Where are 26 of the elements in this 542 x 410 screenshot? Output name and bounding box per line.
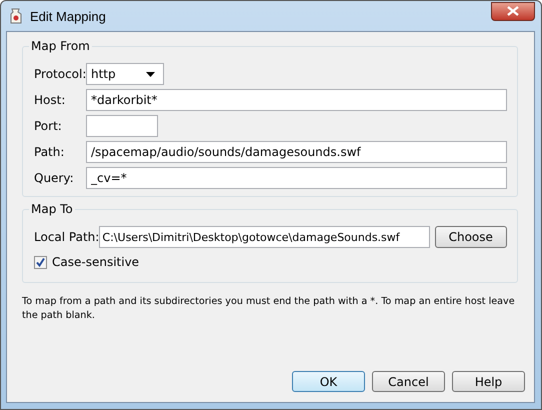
dialog-button[interactable]: OK <box>292 371 365 392</box>
protocol-dropdown[interactable]: http <box>86 63 164 85</box>
caret-icon <box>146 72 155 76</box>
field-label: Protocol: <box>34 67 86 81</box>
text-field[interactable]: *darkorbit* <box>86 89 507 111</box>
group-title: Map From <box>29 39 92 53</box>
field-label: Host: <box>34 93 66 107</box>
text-field[interactable]: _cv=* <box>86 167 507 189</box>
window-title: Edit Mapping <box>30 8 107 24</box>
text-field[interactable]: /spacemap/audio/sounds/damagesounds.swf <box>86 141 507 163</box>
checkbox-label: Case-sensitive <box>52 255 140 269</box>
field-label: Port: <box>34 119 63 133</box>
close-icon <box>506 6 520 16</box>
checkbox[interactable] <box>34 256 47 268</box>
close-button[interactable] <box>491 2 535 20</box>
dialog-button[interactable]: Help <box>452 371 525 392</box>
field-label: Path: <box>34 145 66 159</box>
group-title: Map To <box>29 202 75 216</box>
local-path-field[interactable]: C:\Users\Dimitri\Desktop\gotowce\damageSounds.swf <box>99 226 430 248</box>
field-label: Local Path: <box>34 230 100 244</box>
dialog-button[interactable]: Cancel <box>372 371 445 392</box>
choose-button[interactable]: Choose <box>434 226 508 248</box>
text-field[interactable] <box>86 115 158 137</box>
field-label: Query: <box>34 171 75 185</box>
help-text: To map from a path and its subdirectories you must end the path with a *. To map an entire host leave the path blank. <box>22 295 516 323</box>
jug-icon <box>8 7 24 25</box>
